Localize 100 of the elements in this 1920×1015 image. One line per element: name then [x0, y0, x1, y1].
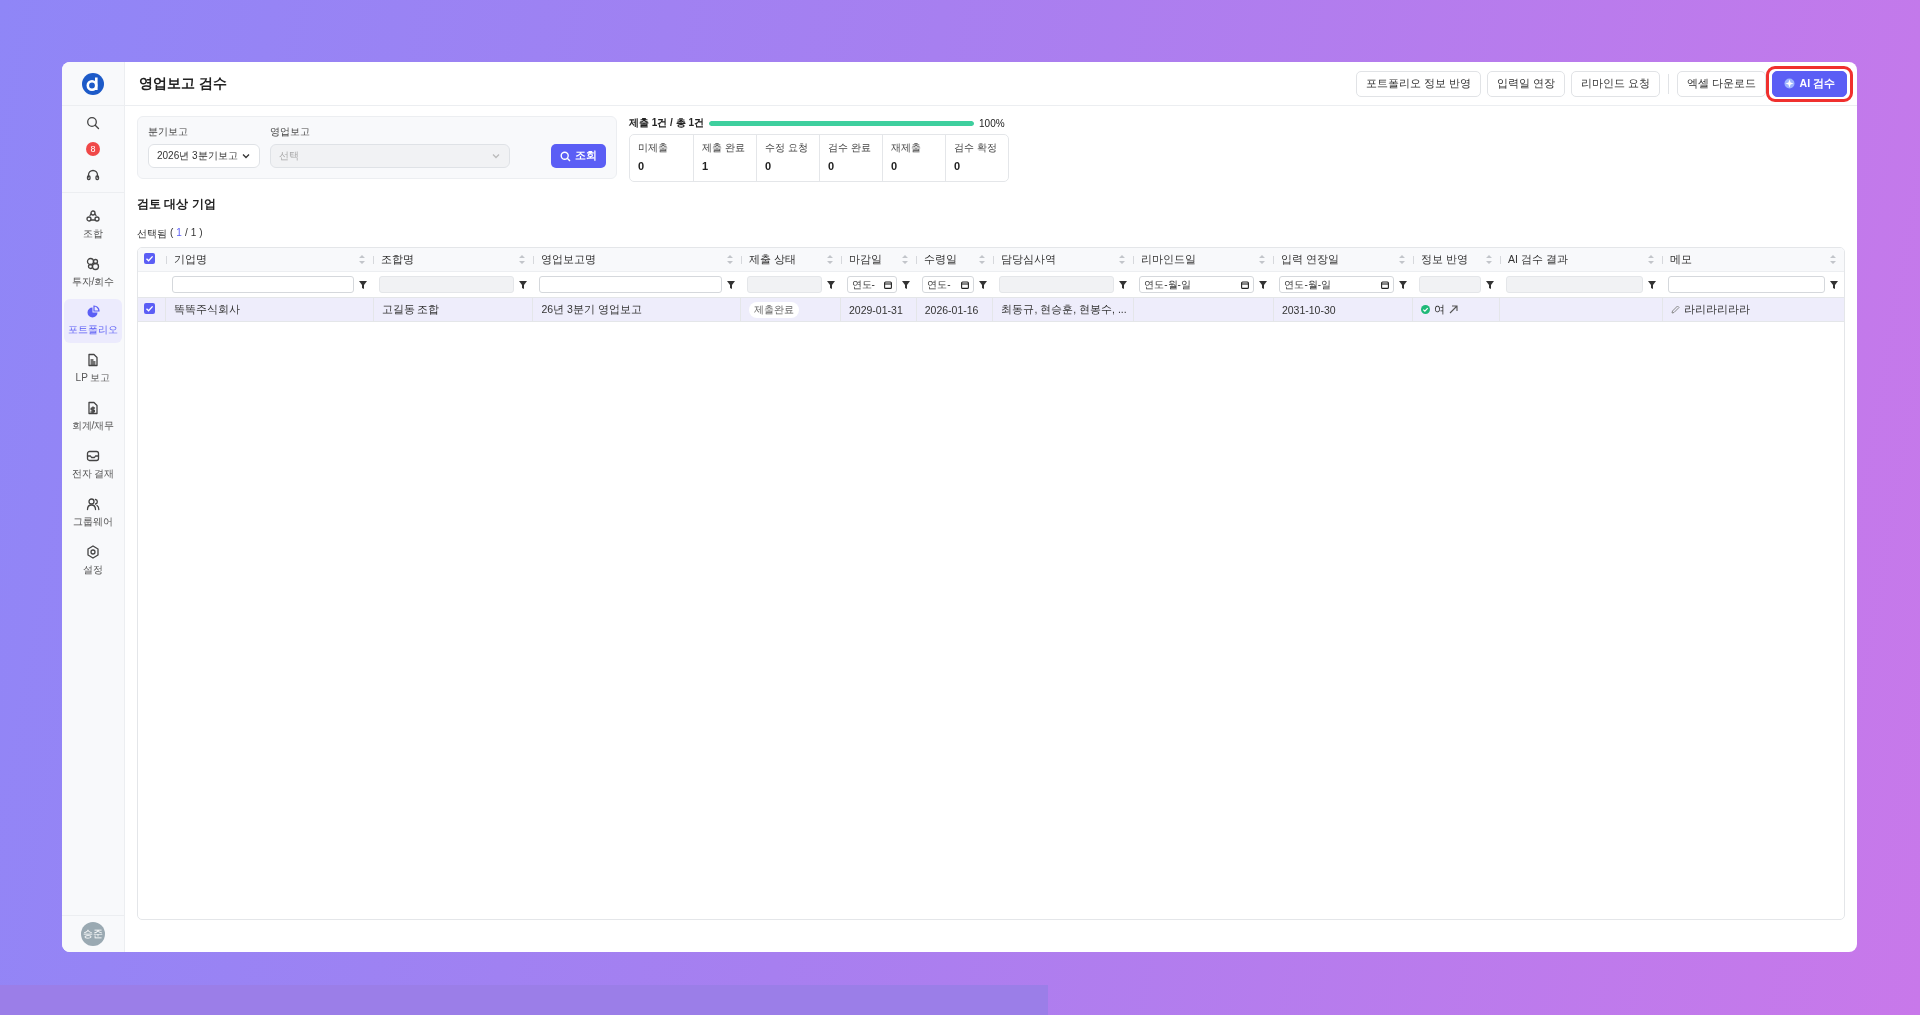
- date-filter-field[interactable]: 연도-: [846, 276, 898, 293]
- sparkle-icon: [1783, 78, 1795, 89]
- table-cell: 똑똑주식회사: [174, 302, 241, 315]
- nav-item[interactable]: 회계/재무: [64, 395, 122, 439]
- pencil-icon[interactable]: [1670, 305, 1680, 314]
- stat-label: 제출 완료: [702, 141, 746, 155]
- sort-icon[interactable]: [1485, 255, 1492, 264]
- filter-icon[interactable]: [359, 280, 368, 289]
- sort-icon[interactable]: [1259, 255, 1266, 264]
- filter-icon[interactable]: [902, 280, 911, 289]
- calendar-icon: [1241, 280, 1250, 289]
- filter-field[interactable]: [171, 276, 355, 293]
- stat-value: 1: [702, 160, 710, 172]
- logo-icon: [82, 72, 104, 95]
- linked-circles-icon: [86, 257, 100, 271]
- people-cycle-icon: [86, 209, 100, 223]
- chevron-down-icon: [241, 151, 251, 161]
- pie-chart-icon: [86, 305, 100, 319]
- users-icon: [86, 497, 100, 511]
- column-header[interactable]: 영업보고명: [540, 252, 596, 267]
- sort-icon[interactable]: [1648, 255, 1655, 264]
- search-button[interactable]: 조회: [551, 144, 606, 168]
- nav-item[interactable]: 투자/회수: [64, 251, 122, 295]
- progress-reading: 100%: [979, 117, 1005, 129]
- column-header[interactable]: 기업명: [173, 252, 207, 267]
- sort-icon[interactable]: [1119, 255, 1126, 264]
- table-cell: 2031-10-30: [1281, 303, 1336, 316]
- sort-icon[interactable]: [978, 255, 985, 264]
- filter-icon[interactable]: [978, 280, 987, 289]
- stat-value: 0: [828, 160, 836, 172]
- filter-field[interactable]: [538, 276, 722, 293]
- filter-icon[interactable]: [1259, 280, 1268, 289]
- stat-label: 수정 요청: [765, 141, 809, 155]
- nav-item[interactable]: 설정: [64, 539, 122, 583]
- table-cell: 2029-01-31: [849, 303, 903, 316]
- external-arrow-icon[interactable]: [1449, 305, 1459, 314]
- filter-icon[interactable]: [1485, 280, 1494, 289]
- nav-item[interactable]: 전자 결재: [64, 443, 122, 487]
- calendar-icon: [1380, 280, 1389, 289]
- checkbox[interactable]: [144, 303, 155, 314]
- table-cell: 최동규, 현승훈, 현봉수, ...: [1001, 302, 1127, 315]
- ai-review-button[interactable]: AI 검수: [1771, 70, 1847, 97]
- selection-count: 선택됨 ( 1 / 1 ): [137, 227, 204, 241]
- stat-value: 0: [954, 160, 962, 172]
- stat-value: 0: [638, 160, 646, 172]
- calendar-icon: [884, 280, 893, 289]
- section-title: 검토 대상 기업: [137, 196, 217, 213]
- stat-value: 0: [765, 160, 773, 172]
- search-icon: [560, 150, 571, 162]
- field-label: 영업보고: [270, 125, 311, 139]
- notification-badge[interactable]: 8: [86, 142, 100, 156]
- nav-item[interactable]: LP 보고: [64, 347, 122, 391]
- nav-item[interactable]: 그룹웨어: [64, 491, 122, 535]
- filter-icon[interactable]: [1830, 280, 1838, 289]
- sort-icon[interactable]: [726, 255, 733, 264]
- field-label: 분기보고: [148, 125, 189, 139]
- filter-icon[interactable]: [826, 280, 835, 289]
- filter-icon[interactable]: [1648, 280, 1657, 289]
- date-filter-field[interactable]: 연도-월-일: [1139, 276, 1255, 293]
- sort-icon[interactable]: [518, 255, 525, 264]
- table-cell: 고길동 조합: [381, 302, 440, 315]
- calendar-icon: [960, 280, 969, 289]
- status-tag: 제출완료: [749, 301, 800, 318]
- filter-icon[interactable]: [726, 280, 735, 289]
- memo-text: 라리라리라라: [1683, 302, 1750, 317]
- filter-icon[interactable]: [1398, 280, 1407, 289]
- select-field[interactable]: 2026년 3분기보고: [148, 144, 260, 168]
- headset-icon[interactable]: [86, 168, 100, 182]
- column-header[interactable]: 메모: [1670, 252, 1693, 267]
- stat-label: 검수 완료: [828, 141, 872, 155]
- money-document-icon: [86, 401, 100, 415]
- sort-icon[interactable]: [826, 255, 833, 264]
- nav-item[interactable]: 포트폴리오: [64, 299, 122, 343]
- table-cell: 26년 3분기 영업보고: [541, 302, 642, 315]
- toolbar-button[interactable]: 엑셀 다운로드: [1676, 70, 1766, 97]
- chevron-down-icon: [491, 151, 501, 161]
- sort-icon[interactable]: [902, 255, 909, 264]
- checkbox[interactable]: [144, 253, 155, 264]
- stat-label: 재제출: [891, 141, 922, 155]
- table-cell: 여: [1434, 302, 1446, 317]
- check-circle-icon: [1421, 305, 1431, 314]
- filter-icon[interactable]: [518, 280, 527, 289]
- stat-label: 미제출: [638, 141, 669, 155]
- sort-icon[interactable]: [1398, 255, 1405, 264]
- filter-icon[interactable]: [1119, 280, 1128, 289]
- document-icon: [86, 353, 100, 367]
- table-cell: 2026-01-16: [924, 303, 979, 316]
- nav-item[interactable]: 조합: [64, 203, 122, 247]
- sort-icon[interactable]: [1830, 255, 1836, 264]
- page-title: 영업보고 검수: [139, 74, 228, 93]
- toolbar-button[interactable]: 포트폴리오 정보 반영: [1355, 70, 1481, 97]
- sort-icon[interactable]: [359, 255, 366, 264]
- date-filter-field[interactable]: 연도-: [922, 276, 974, 293]
- toolbar-button[interactable]: 리마인드 요청: [1570, 70, 1660, 97]
- filter-field[interactable]: [1668, 276, 1825, 293]
- date-filter-field[interactable]: 연도-월-일: [1279, 276, 1394, 293]
- toolbar-button[interactable]: 입력일 연장: [1486, 70, 1565, 97]
- search-icon[interactable]: [86, 116, 100, 130]
- stat-label: 검수 확정: [954, 141, 998, 155]
- progress-label: 제출 1건 / 총 1건: [629, 116, 704, 130]
